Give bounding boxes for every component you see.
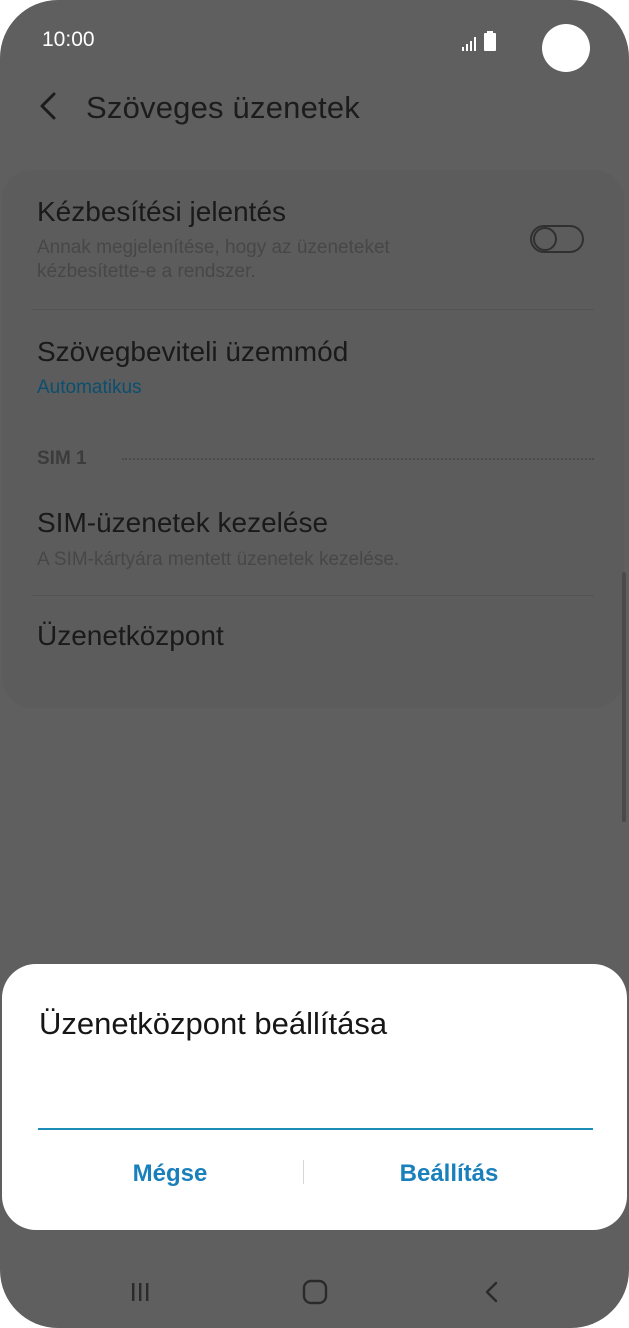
page-title: Szöveges üzenetek [86, 90, 360, 125]
battery-icon [484, 31, 496, 56]
set-button[interactable]: Beállítás [314, 1154, 584, 1194]
back-button[interactable] [30, 88, 66, 128]
message-center-title: Üzenetközpont [37, 620, 224, 651]
divider [32, 595, 594, 596]
status-time: 10:00 [42, 28, 95, 51]
nav-back-button[interactable] [462, 1270, 522, 1318]
input-mode-title: Szövegbeviteli üzemmód [37, 336, 349, 367]
message-center-dialog: Üzenetközpont beállítása Mégse Beállítás [2, 964, 627, 1230]
input-mode-value: Automatikus [37, 377, 142, 398]
signal-bars-icon [462, 37, 478, 56]
section-label-sim: SIM 1 [37, 448, 87, 469]
divider [32, 309, 594, 310]
delivery-report-title: Kézbesítési jelentés [37, 196, 287, 227]
scrollbar[interactable] [622, 572, 626, 822]
section-divider [122, 458, 594, 460]
cancel-button[interactable]: Mégse [36, 1154, 304, 1194]
phone-screen: 10:00 Szöveges üzenetek Kézbesítési jele… [0, 0, 629, 1328]
home-button[interactable] [285, 1270, 345, 1318]
delivery-report-description-line1: Annak megjelenítése, hogy az üzeneteket [37, 237, 390, 258]
recents-icon [128, 1280, 152, 1309]
delivery-report-description-line2: kézbesítette-e a rendszer. [37, 261, 256, 282]
sim-messages-description: A SIM-kártyára mentett üzenetek kezelése… [37, 549, 400, 570]
status-icons [462, 31, 496, 56]
message-center-input[interactable] [38, 1084, 593, 1130]
sim-messages-title: SIM-üzenetek kezelése [37, 507, 329, 538]
toggle-knob [533, 227, 557, 251]
recents-button[interactable] [110, 1270, 170, 1318]
button-separator [303, 1160, 304, 1184]
delivery-report-toggle[interactable] [530, 225, 584, 253]
back-icon [482, 1279, 502, 1310]
camera-cutout [542, 24, 590, 72]
home-icon [301, 1278, 329, 1311]
dialog-title: Üzenetközpont beállítása [39, 1006, 388, 1041]
chevron-left-icon [38, 91, 58, 126]
